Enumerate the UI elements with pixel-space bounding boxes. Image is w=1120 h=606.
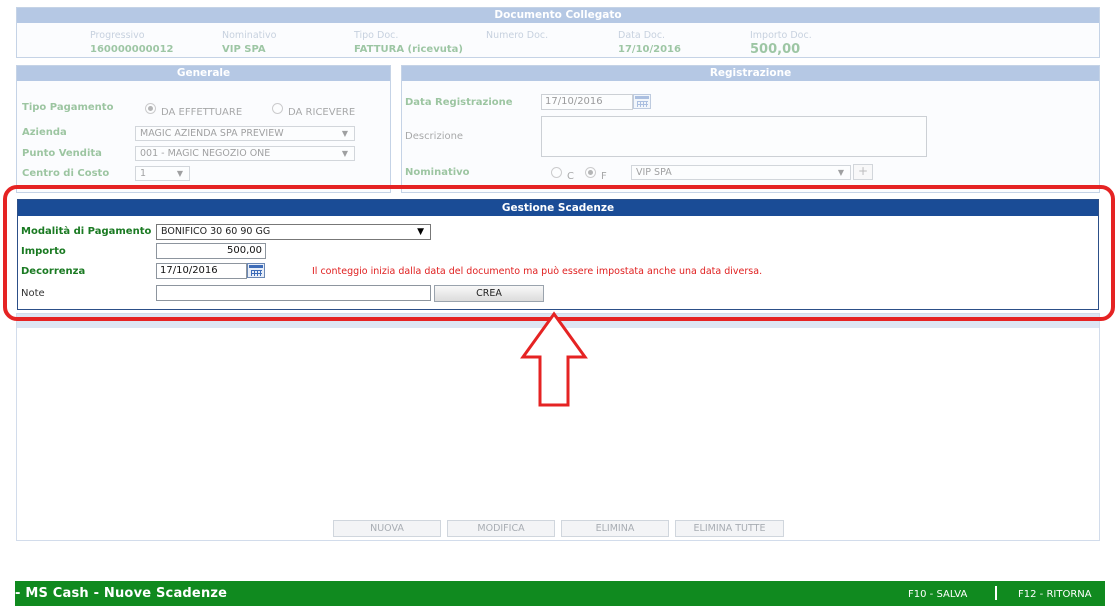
gestione-scadenze-title: Gestione Scadenze [18, 200, 1098, 216]
note-label: Note [21, 288, 45, 299]
bar-separator [995, 586, 997, 600]
centro-costo-select-value: 1 [140, 168, 147, 179]
doc-importo-label: Importo Doc. [750, 30, 812, 41]
nuova-button[interactable]: NUOVA [333, 520, 441, 537]
punto-vendita-label: Punto Vendita [22, 148, 102, 159]
descrizione-label: Descrizione [405, 131, 464, 142]
chevron-down-icon: ▼ [176, 169, 183, 178]
scadenze-list-title [17, 314, 1099, 328]
azienda-select-value: MAGIC AZIENDA SPA PREVIEW [140, 128, 284, 139]
doc-numero-label: Numero Doc. [486, 30, 549, 41]
elimina-button[interactable]: ELIMINA [561, 520, 669, 537]
doc-data-value: 17/10/2016 [618, 44, 681, 55]
f10-salva-button[interactable]: F10 - SALVA [908, 589, 967, 600]
nominativo-select-value: VIP SPA [636, 167, 672, 178]
scadenze-list-panel: NUOVA MODIFICA ELIMINA ELIMINA TUTTE [16, 313, 1100, 541]
decorrenza-hint: Il conteggio inizia dalla data del docum… [312, 266, 763, 277]
doc-nominativo-value: VIP SPA [222, 44, 266, 55]
generale-panel: Generale Tipo Pagamento DA EFFETTUARE DA… [16, 65, 391, 193]
chevron-down-icon: ▼ [341, 149, 348, 158]
punto-vendita-select-value: 001 - MAGIC NEGOZIO ONE [140, 148, 271, 159]
crea-button[interactable]: CREA [434, 285, 544, 302]
descrizione-textarea[interactable] [541, 116, 927, 157]
doc-nominativo-label: Nominativo [222, 30, 277, 41]
add-nominativo-button[interactable]: + [853, 164, 873, 180]
doc-progressivo-value: 160000000012 [90, 44, 174, 55]
doc-numero: Numero Doc. [486, 30, 548, 44]
doc-progressivo: Progressivo 160000000012 [90, 30, 174, 55]
doc-progressivo-label: Progressivo [90, 30, 145, 41]
bottom-status-bar: - MS Cash - Nuove Scadenze F10 - SALVA F… [15, 581, 1105, 606]
app-title: - MS Cash - Nuove Scadenze [15, 586, 228, 601]
nominativo-label: Nominativo [405, 167, 470, 178]
calendar-icon[interactable] [633, 94, 651, 109]
modalita-pagamento-label: Modalità di Pagamento [21, 226, 152, 237]
gestione-scadenze-panel: Gestione Scadenze Modalità di Pagamento … [17, 199, 1099, 310]
nominativo-select[interactable]: VIP SPA ▼ [631, 165, 851, 180]
chevron-down-icon: ▼ [837, 168, 844, 177]
registrazione-panel: Registrazione Data Registrazione 17/10/2… [401, 65, 1100, 193]
radio-da-effettuare[interactable] [145, 103, 156, 114]
azienda-select[interactable]: MAGIC AZIENDA SPA PREVIEW ▼ [135, 126, 355, 141]
registrazione-title: Registrazione [402, 66, 1099, 81]
chevron-down-icon: ▼ [341, 129, 348, 138]
data-registrazione-input[interactable]: 17/10/2016 [541, 94, 633, 110]
data-registrazione-label: Data Registrazione [405, 97, 513, 108]
doc-nominativo: Nominativo VIP SPA [222, 30, 276, 55]
chevron-down-icon: ▼ [417, 227, 424, 237]
calendar-icon[interactable] [247, 263, 265, 278]
radio-da-effettuare-label: DA EFFETTUARE [161, 107, 243, 118]
modalita-pagamento-value: BONIFICO 30 60 90 GG [161, 226, 271, 237]
radio-c[interactable] [551, 167, 562, 178]
modifica-button[interactable]: MODIFICA [447, 520, 555, 537]
doc-data-label: Data Doc. [618, 30, 666, 41]
doc-importo: Importo Doc. 500,00 [750, 30, 812, 57]
radio-c-label: C [567, 171, 574, 182]
doc-tipo-label: Tipo Doc. [354, 30, 399, 41]
radio-f[interactable] [585, 167, 596, 178]
azienda-label: Azienda [22, 127, 67, 138]
importo-input[interactable]: 500,00 [156, 243, 266, 259]
decorrenza-input[interactable]: 17/10/2016 [156, 263, 247, 279]
f12-ritorna-button[interactable]: F12 - RITORNA [1018, 589, 1092, 600]
radio-f-label: F [601, 171, 607, 182]
generale-title: Generale [17, 66, 390, 81]
centro-costo-select[interactable]: 1 ▼ [135, 166, 190, 181]
tipo-pagamento-label: Tipo Pagamento [22, 102, 114, 113]
importo-label: Importo [21, 246, 66, 257]
documento-collegato-title: Documento Collegato [17, 8, 1099, 23]
doc-data: Data Doc. 17/10/2016 [618, 30, 681, 55]
decorrenza-label: Decorrenza [21, 266, 86, 277]
note-input[interactable] [156, 285, 431, 301]
elimina-tutte-button[interactable]: ELIMINA TUTTE [675, 520, 784, 537]
doc-importo-value: 500,00 [750, 42, 801, 57]
doc-tipo: Tipo Doc. FATTURA (ricevuta) [354, 30, 463, 55]
punto-vendita-select[interactable]: 001 - MAGIC NEGOZIO ONE ▼ [135, 146, 355, 161]
radio-da-ricevere-label: DA RICEVERE [288, 107, 356, 118]
radio-da-ricevere[interactable] [272, 103, 283, 114]
doc-tipo-value: FATTURA (ricevuta) [354, 44, 463, 55]
documento-collegato-panel: Documento Collegato Progressivo 16000000… [16, 7, 1100, 58]
centro-costo-label: Centro di Costo [22, 168, 110, 179]
modalita-pagamento-select[interactable]: BONIFICO 30 60 90 GG ▼ [156, 224, 431, 240]
